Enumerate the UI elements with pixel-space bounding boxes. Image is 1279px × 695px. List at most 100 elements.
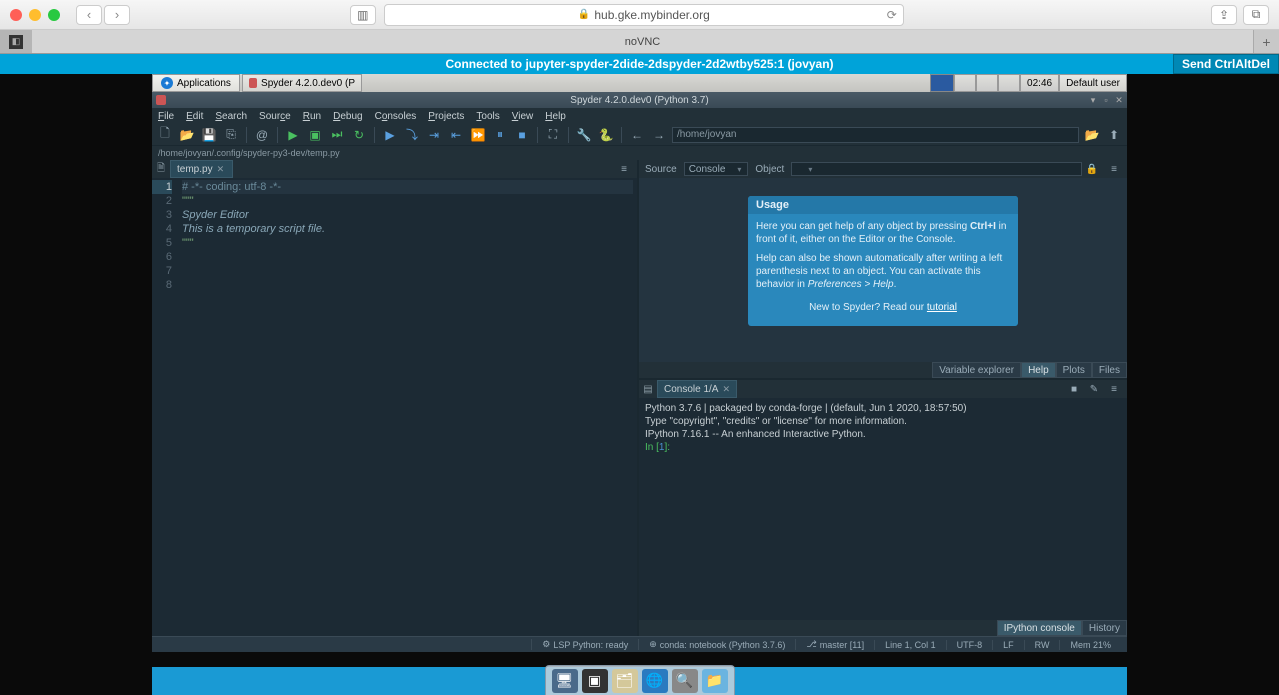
preferences-icon[interactable]: 🔧 xyxy=(575,126,593,144)
forward-nav-icon[interactable]: → xyxy=(650,126,668,144)
back-button[interactable]: ‹ xyxy=(76,5,102,25)
console-tab[interactable]: Console 1/A ✕ xyxy=(657,380,737,398)
new-tab-button[interactable]: + xyxy=(1253,30,1279,53)
tab-files[interactable]: Files xyxy=(1092,362,1127,378)
pythonpath-icon[interactable]: 🐍 xyxy=(597,126,615,144)
debug-icon[interactable]: ▶ xyxy=(381,126,399,144)
working-directory-input[interactable]: /home/jovyan xyxy=(672,127,1079,143)
menu-search[interactable]: Search xyxy=(215,111,247,122)
interrupt-icon[interactable]: ■ xyxy=(1065,380,1083,398)
tutorial-link[interactable]: tutorial xyxy=(927,302,957,313)
debug-continue-icon[interactable]: ⏩ xyxy=(469,126,487,144)
dock-web-browser[interactable]: 🌐 xyxy=(642,669,668,693)
close-window-button[interactable] xyxy=(10,9,22,21)
options-icon[interactable]: ≡ xyxy=(1105,380,1123,398)
close-tab-icon[interactable]: ✕ xyxy=(722,384,730,395)
run-icon[interactable]: ▶ xyxy=(284,126,302,144)
spyder-toolbar: 🗋 📂 💾 ⎘ @ ▶ ▣ ⏭ ↻ ▶ ⤵ ⇥ ⇤ ⏩ ⏸ ■ ⛶ 🔧 🐍 ← xyxy=(152,124,1127,146)
at-icon[interactable]: @ xyxy=(253,126,271,144)
menu-help[interactable]: Help xyxy=(545,111,566,122)
save-all-icon[interactable]: ⎘ xyxy=(222,126,240,144)
options-icon[interactable]: ≡ xyxy=(615,160,633,178)
status-lsp[interactable]: ⚙ LSP Python: ready xyxy=(531,639,638,650)
clear-icon[interactable]: ✎ xyxy=(1085,380,1103,398)
dock-show-desktop[interactable]: 🖥 xyxy=(552,669,578,693)
minimize-icon[interactable]: ▾ xyxy=(1087,94,1099,106)
send-ctrlaltdel-button[interactable]: Send CtrlAltDel xyxy=(1173,54,1279,74)
run-cell-icon[interactable]: ▣ xyxy=(306,126,324,144)
editor-tab[interactable]: temp.py ✕ xyxy=(170,160,233,178)
tab-plots[interactable]: Plots xyxy=(1056,362,1092,378)
parent-dir-icon[interactable]: ⬆ xyxy=(1105,126,1123,144)
browse-dir-icon[interactable]: 📂 xyxy=(1083,126,1101,144)
tabs-button[interactable]: ⧉ xyxy=(1243,5,1269,25)
address-bar[interactable]: 🔒 hub.gke.mybinder.org ⟳ xyxy=(384,4,904,26)
sidebar-toggle-button[interactable]: ▥ xyxy=(350,5,376,25)
menu-tools[interactable]: Tools xyxy=(476,111,499,122)
reload-icon[interactable]: ⟳ xyxy=(887,8,897,22)
menu-projects[interactable]: Projects xyxy=(428,111,464,122)
panel-applet[interactable] xyxy=(954,74,976,92)
run-cell-advance-icon[interactable]: ⏭ xyxy=(328,126,346,144)
dock-file-manager[interactable]: 🗂 xyxy=(612,669,638,693)
panel-clock[interactable]: 02:46 xyxy=(1020,74,1059,92)
maximize-pane-icon[interactable]: ⛶ xyxy=(544,126,562,144)
debug-stop-icon[interactable]: ⏸ xyxy=(491,126,509,144)
menu-debug[interactable]: Debug xyxy=(333,111,362,122)
close-icon[interactable]: ✕ xyxy=(1113,94,1125,106)
dock-home[interactable]: 📁 xyxy=(702,669,728,693)
taskbar-item-spyder[interactable]: Spyder 4.2.0.dev0 (Pyth... xyxy=(242,74,362,92)
tab-help[interactable]: Help xyxy=(1021,362,1056,378)
options-icon[interactable]: ≡ xyxy=(1105,160,1123,178)
minimize-window-button[interactable] xyxy=(29,9,41,21)
status-git[interactable]: ⎇ master [11] xyxy=(795,639,874,650)
menu-view[interactable]: View xyxy=(512,111,534,122)
menu-edit[interactable]: Edit xyxy=(186,111,203,122)
keyboard-layout-indicator[interactable] xyxy=(930,74,954,92)
panel-applet[interactable] xyxy=(998,74,1020,92)
console-tab-bar: ▤ Console 1/A ✕ ■ ✎ ≡ xyxy=(639,380,1127,398)
ipython-console[interactable]: Python 3.7.6 | packaged by conda-forge |… xyxy=(639,398,1127,620)
xfce-dock: 🖥 ▣ 🗂 🌐 🔍 📁 xyxy=(545,665,735,695)
menu-consoles[interactable]: Consoles xyxy=(375,111,417,122)
new-file-icon[interactable]: 🗋 xyxy=(156,126,174,144)
status-cursor-position: Line 1, Col 1 xyxy=(874,640,946,650)
status-conda[interactable]: ⊕ conda: notebook (Python 3.7.6) xyxy=(638,639,795,650)
debug-step-in-icon[interactable]: ⇥ xyxy=(425,126,443,144)
save-file-icon[interactable]: 💾 xyxy=(200,126,218,144)
zoom-window-button[interactable] xyxy=(48,9,60,21)
object-input[interactable] xyxy=(791,162,1082,176)
usage-title: Usage xyxy=(748,196,1018,214)
tab-history[interactable]: History xyxy=(1082,620,1127,636)
code-editor[interactable]: 12345678 # -*- coding: utf-8 -*- """ Spy… xyxy=(152,178,637,636)
source-combo[interactable]: Console xyxy=(684,162,749,176)
open-file-icon[interactable]: 📂 xyxy=(178,126,196,144)
menu-source[interactable]: Source xyxy=(259,111,291,122)
dock-search[interactable]: 🔍 xyxy=(672,669,698,693)
browser-tab[interactable]: noVNC xyxy=(32,30,1253,53)
panel-user[interactable]: Default user xyxy=(1059,74,1127,92)
share-button[interactable]: ⇪ xyxy=(1211,5,1237,25)
maximize-icon[interactable]: ▫ xyxy=(1100,94,1112,106)
console-list-icon[interactable]: ▤ xyxy=(639,380,657,398)
debug-step-out-icon[interactable]: ⇤ xyxy=(447,126,465,144)
tab-variable-explorer[interactable]: Variable explorer xyxy=(932,362,1021,378)
menu-file[interactable]: File xyxy=(158,111,174,122)
spyder-statusbar: ⚙ LSP Python: ready ⊕ conda: notebook (P… xyxy=(152,636,1127,652)
debug-step-icon[interactable]: ⤵ xyxy=(403,126,421,144)
vnc-desktop: ✦ Applications Spyder 4.2.0.dev0 (Pyth..… xyxy=(0,74,1279,695)
close-tab-icon[interactable]: ✕ xyxy=(217,164,225,175)
dock-terminal[interactable]: ▣ xyxy=(582,669,608,693)
back-nav-icon[interactable]: ← xyxy=(628,126,646,144)
pinned-tab[interactable]: ◧ xyxy=(0,30,32,53)
panel-applet[interactable] xyxy=(976,74,998,92)
applications-menu[interactable]: ✦ Applications xyxy=(152,74,240,92)
forward-button[interactable]: › xyxy=(104,5,130,25)
menu-run[interactable]: Run xyxy=(303,111,321,122)
tab-ipython-console[interactable]: IPython console xyxy=(997,620,1082,636)
file-list-icon[interactable]: 🗎 xyxy=(152,160,170,178)
run-selection-icon[interactable]: ↻ xyxy=(350,126,368,144)
stop-icon[interactable]: ■ xyxy=(513,126,531,144)
lock-icon[interactable]: 🔒 xyxy=(1083,160,1101,178)
spyder-titlebar[interactable]: Spyder 4.2.0.dev0 (Python 3.7) ▾ ▫ ✕ xyxy=(152,92,1127,108)
